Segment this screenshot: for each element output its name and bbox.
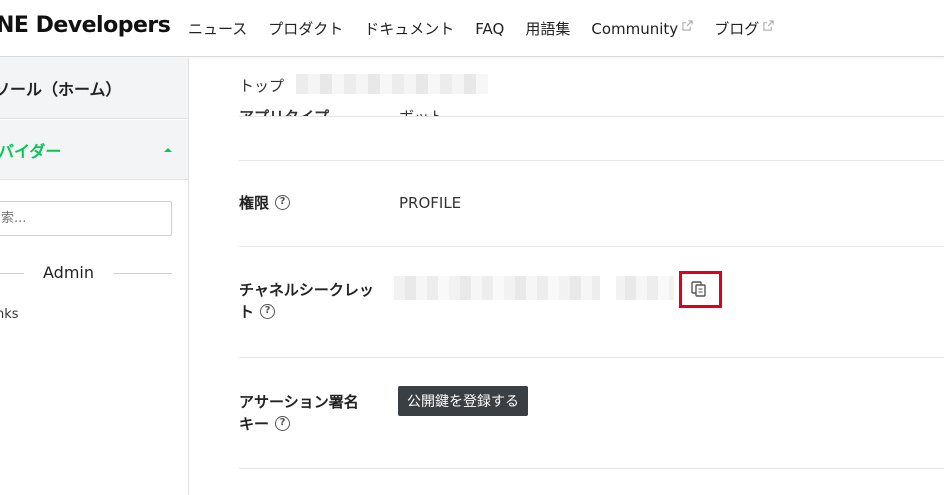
register-public-key-button[interactable]: 公開鍵を登録する <box>398 386 528 416</box>
admin-section-divider: Admin <box>0 262 172 284</box>
nav-blog-label: ブログ <box>714 20 760 38</box>
divider-line <box>113 273 172 274</box>
section-heading: Admin <box>43 263 94 282</box>
nav-products-label: プロダクト <box>268 20 344 38</box>
provider-search-input[interactable] <box>0 201 172 236</box>
nav-community-label: Community <box>591 19 679 38</box>
nav-news[interactable]: ニュース <box>188 18 247 39</box>
nav-documents[interactable]: ドキュメント <box>364 18 454 39</box>
sidebar-item-label: ソール（ホーム） <box>0 80 122 99</box>
nav-glossary-label: 用語集 <box>525 20 571 38</box>
sidebar-item-links[interactable]: nks <box>0 307 19 322</box>
channel-secret-label: チャネルシークレッ ト? <box>239 279 374 323</box>
row-divider <box>239 357 944 358</box>
nav-news-label: ニュース <box>188 20 248 38</box>
field-label-text: チャネルシークレッ <box>239 281 374 299</box>
row-divider <box>239 160 944 161</box>
help-icon[interactable]: ? <box>260 304 276 319</box>
top-navbar: NE Developers ニュース プロダクト ドキュメント FAQ 用語集 … <box>0 0 944 57</box>
nav-glossary[interactable]: 用語集 <box>525 18 570 39</box>
divider-line <box>0 273 24 274</box>
permission-value: PROFILE <box>399 194 462 212</box>
row-divider <box>239 468 944 469</box>
nav-faq-label: FAQ <box>475 19 505 38</box>
external-link-icon <box>763 20 774 31</box>
external-link-icon <box>682 20 693 31</box>
field-label-text: ト <box>239 303 255 321</box>
app-type-row: アプリタイプ ボット <box>239 99 944 116</box>
nav-documents-label: ドキュメント <box>364 20 455 38</box>
copy-icon[interactable] <box>690 280 708 298</box>
sidebar-item-label: バイダー <box>0 142 62 161</box>
sidebar-item-provider[interactable]: バイダー <box>0 120 188 180</box>
field-label-text: アサーション署名 <box>239 393 359 411</box>
channel-secret-value-redacted <box>394 276 674 300</box>
nav-products[interactable]: プロダクト <box>268 18 343 39</box>
breadcrumb[interactable]: トップ <box>239 75 284 96</box>
field-label-text: 権限 <box>239 194 270 212</box>
help-icon[interactable]: ? <box>275 416 291 431</box>
help-icon[interactable]: ? <box>275 195 291 210</box>
field-label: アプリタイプ <box>239 106 329 116</box>
caret-up-icon <box>164 148 172 152</box>
permission-label: 権限? <box>239 192 291 214</box>
breadcrumb-redacted <box>296 74 488 94</box>
field-label-text: キー <box>239 415 270 433</box>
row-divider <box>239 246 944 247</box>
field-value: ボット <box>399 106 444 116</box>
header-divider <box>239 116 944 117</box>
nav-blog[interactable]: ブログ <box>714 18 774 39</box>
redaction-gap <box>600 276 616 300</box>
nav-community[interactable]: Community <box>591 20 693 38</box>
sidebar-item-console-home[interactable]: ソール（ホーム） <box>0 58 188 119</box>
site-logo[interactable]: NE Developers <box>0 13 171 38</box>
main-nav: ニュース プロダクト ドキュメント FAQ 用語集 Community ブログ <box>188 0 795 57</box>
sidebar: ソール（ホーム） バイダー Admin nks <box>0 58 189 495</box>
assertion-key-label: アサーション署名 キー? <box>239 391 359 435</box>
nav-faq[interactable]: FAQ <box>475 20 504 38</box>
